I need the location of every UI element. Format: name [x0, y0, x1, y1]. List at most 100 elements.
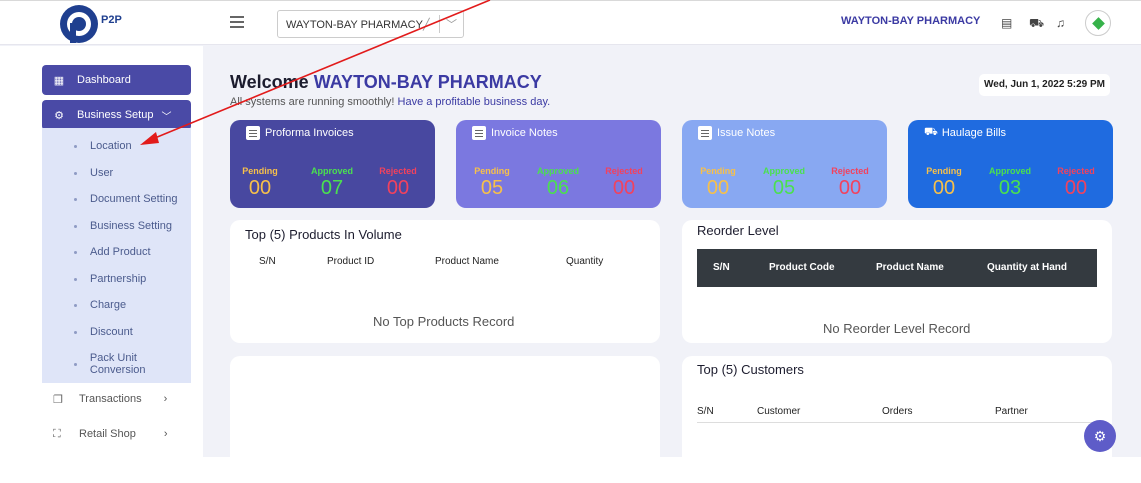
pending-label: Pending — [242, 166, 278, 176]
store-select[interactable]: WAYTON-BAY PHARMACY ╱ ﹀ — [277, 10, 464, 38]
sidebar-subitem-label: Discount — [90, 326, 133, 338]
panel-title: Top (5) Products In Volume — [245, 227, 402, 242]
store-name: WAYTON-BAY PHARMACY — [841, 15, 981, 27]
document-icon[interactable]: ▤ — [1001, 16, 1015, 30]
sidebar-subitem-partnership[interactable]: Partnership — [74, 273, 146, 285]
pending-label: Pending — [474, 166, 510, 176]
chart-panel — [230, 356, 660, 457]
sidebar-subitem-add-product[interactable]: Add Product — [74, 246, 151, 258]
page: P2P WAYTON-BAY PHARMACY ╱ ﹀ WAYTON-BAY P… — [0, 0, 1141, 483]
cart-icon[interactable]: ⛟ — [1029, 16, 1044, 30]
sidebar-subitem-location[interactable]: Location — [74, 140, 132, 152]
sidebar-subitem-label: Business Setting — [90, 220, 172, 232]
panel-title: Top (5) Customers — [697, 362, 804, 377]
welcome-name: WAYTON-BAY PHARMACY — [313, 72, 542, 92]
top-customers-panel: Top (5) Customers S/N Customer Orders Pa… — [682, 356, 1112, 457]
sidebar-subitem-label: Pack Unit Conversion — [89, 352, 146, 376]
sidebar-subitem-business-setting[interactable]: Business Setting — [74, 220, 172, 232]
approved-count: 03 — [998, 177, 1022, 199]
card-title: Issue Notes — [717, 127, 776, 139]
app-shell: P2P WAYTON-BAY PHARMACY ╱ ﹀ WAYTON-BAY P… — [0, 0, 1141, 457]
empty-message: No Top Products Record — [373, 314, 515, 329]
sidebar-subitem-pack-unit-conversion[interactable]: Pack Unit Conversion — [74, 352, 191, 376]
sidebar-item-business-setup[interactable]: ⚙ Business Setup ﹀ — [42, 100, 191, 130]
scan-icon: ⛶ — [53, 427, 61, 440]
sidebar-subitem-document-setting[interactable]: Document Setting — [74, 193, 177, 205]
card-title: Proforma Invoices — [265, 127, 354, 139]
sidebar-subitem-label: Partnership — [90, 273, 147, 285]
column-header: S/N — [713, 262, 730, 273]
welcome-subtitle: All systems are running smoothly! Have a… — [230, 96, 550, 108]
card-issue-notes[interactable]: Issue Notes Pending 00 Approved 05 Rejecte… — [682, 120, 887, 208]
document-icon — [472, 126, 486, 140]
pending-label: Pending — [926, 166, 962, 176]
sidebar-item-retail-shop[interactable]: ⛶ Retail Shop › — [42, 419, 191, 449]
copy-icon: ❐ — [53, 393, 63, 406]
card-invoice-notes[interactable]: Invoice Notes Pending 05 Approved 06 Rejec… — [456, 120, 661, 208]
column-header: Customer — [757, 406, 801, 417]
card-proforma-invoices[interactable]: Proforma Invoices Pending 00 Approved 07 R… — [230, 120, 435, 208]
approved-count: 07 — [320, 177, 344, 199]
column-header: S/N — [697, 406, 714, 417]
logo-text: P2P — [101, 14, 122, 26]
bell-icon[interactable]: ♫ — [1056, 16, 1070, 30]
pending-count: 00 — [932, 177, 956, 199]
sidebar-subitem-discount[interactable]: Discount — [74, 326, 133, 338]
chevron-down-icon: ﹀ — [161, 111, 172, 123]
chevron-right-icon: › — [163, 393, 168, 405]
column-header: Product Name — [435, 256, 499, 267]
sidebar-subitem-charge[interactable]: Charge — [74, 299, 126, 311]
subtitle-plain: All systems are running smoothly! — [230, 96, 395, 108]
clear-icon[interactable]: ╱ — [423, 18, 430, 31]
column-header: Product Name — [876, 262, 944, 273]
card-haulage-bills[interactable]: ⛟ Haulage Bills Pending 00 Approved 03 Reje… — [908, 120, 1113, 208]
sidebar-item-transactions[interactable]: ❐ Transactions › — [42, 384, 191, 414]
gear-icon: ⚙ — [54, 109, 64, 122]
approved-label: Approved — [988, 166, 1031, 176]
approved-count: 05 — [772, 177, 796, 199]
menu-toggle-icon[interactable] — [230, 16, 244, 28]
empty-message: No Reorder Level Record — [823, 321, 971, 336]
column-header: Quantity — [566, 256, 604, 267]
sidebar-subitem-user[interactable]: User — [74, 167, 113, 179]
pending-count: 05 — [480, 177, 504, 199]
approved-label: Approved — [310, 166, 353, 176]
approved-label: Approved — [762, 166, 805, 176]
rejected-count: 00 — [1064, 177, 1088, 199]
column-header: Quantity at Hand — [987, 262, 1068, 273]
rejected-count: 00 — [612, 177, 636, 199]
rejected-count: 00 — [838, 177, 862, 199]
sidebar: ▦ Dashboard ⚙ Business Setup ﹀ Location … — [0, 46, 203, 457]
column-header: Product Code — [769, 262, 835, 273]
sidebar-subitem-label: User — [90, 167, 114, 179]
pending-count: 00 — [706, 177, 730, 199]
settings-fab[interactable]: ⚙ — [1084, 420, 1116, 452]
pending-count: 00 — [248, 177, 272, 199]
sidebar-item-label: Transactions — [79, 393, 142, 405]
rejected-count: 00 — [386, 177, 410, 199]
page-title: Welcome WAYTON-BAY PHARMACY — [230, 72, 542, 93]
rejected-label: Rejected — [605, 166, 643, 176]
rejected-label: Rejected — [379, 166, 417, 176]
rejected-label: Rejected — [831, 166, 869, 176]
sidebar-item-label: Business Setup — [77, 109, 154, 121]
column-header: Orders — [882, 406, 913, 417]
brand-logo[interactable]: P2P — [60, 5, 122, 43]
chevron-right-icon: › — [163, 428, 168, 440]
card-title: Invoice Notes — [491, 127, 558, 139]
document-icon — [698, 126, 712, 140]
logo-icon — [60, 5, 98, 43]
sidebar-item-label: Retail Shop — [79, 428, 136, 440]
panel-title: Reorder Level — [697, 223, 779, 238]
sidebar-subitem-label: Charge — [90, 299, 127, 311]
sidebar-item-dashboard[interactable]: ▦ Dashboard — [42, 65, 191, 95]
chevron-down-icon[interactable]: ﹀ — [446, 16, 457, 32]
pending-label: Pending — [700, 166, 736, 176]
divider — [697, 422, 1097, 423]
avatar[interactable] — [1085, 10, 1111, 36]
sidebar-subitem-label: Add Product — [90, 246, 151, 258]
approved-count: 06 — [546, 177, 570, 199]
grid-icon: ▦ — [53, 74, 65, 87]
gear-icon: ⚙ — [1093, 428, 1107, 444]
card-title: Haulage Bills — [941, 127, 1007, 139]
